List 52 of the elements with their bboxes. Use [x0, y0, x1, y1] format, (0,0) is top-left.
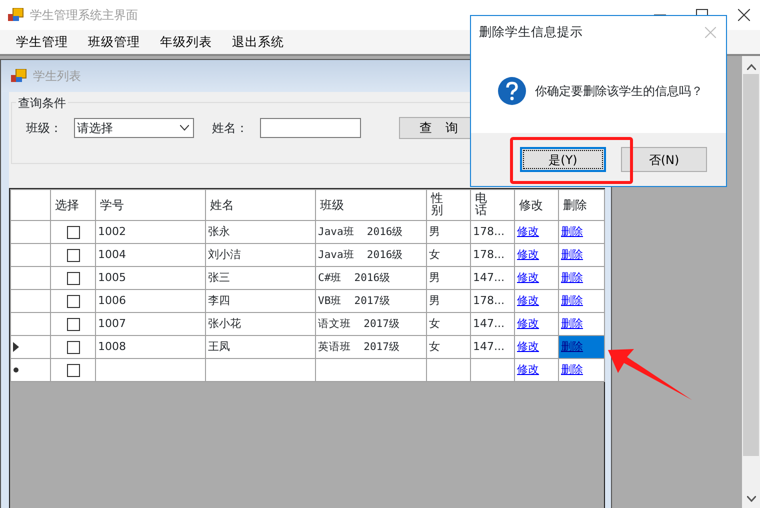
table-cell: 1002 [96, 220, 206, 244]
table-cell: 1007 [96, 312, 206, 336]
child-window-title: 学生列表 [33, 68, 81, 85]
no-button[interactable]: 否(N) [621, 147, 707, 172]
class-label: 班级： [26, 120, 63, 137]
table-cell: 147... [470, 312, 514, 336]
column-header: 姓名 [206, 190, 316, 220]
table-cell: 男 [426, 266, 470, 290]
column-header: 删除 [558, 190, 604, 220]
table-cell: 男 [426, 220, 470, 244]
table-cell: 女 [426, 244, 470, 266]
table-cell: 张三 [206, 266, 316, 290]
table-cell: 178... [470, 244, 514, 266]
table-cell: 178... [470, 290, 514, 312]
column-header: 学号 [96, 190, 206, 220]
column-header: 选择 [50, 190, 96, 220]
table-cell: 147... [470, 266, 514, 290]
table-cell: 语文班 2017级 [316, 312, 426, 336]
table-cell: 男 [426, 290, 470, 312]
table-cell: 1008 [96, 336, 206, 358]
class-dropdown[interactable]: 请选择 [74, 118, 194, 138]
table-cell: Java班 2016级 [316, 220, 426, 244]
name-label: 姓名： [212, 120, 249, 137]
dialog-message: 你确定要删除该学生的信息吗？ [535, 82, 703, 100]
table-cell: 1004 [96, 244, 206, 266]
table-cell: 英语班 2017级 [316, 336, 426, 358]
table-cell: 张永 [206, 220, 316, 244]
column-header: 性别 [426, 190, 470, 220]
table-cell: 女 [426, 312, 470, 336]
table-cell: 张小花 [206, 312, 316, 336]
table-cell: 147... [470, 336, 514, 358]
table-cell: 1005 [96, 266, 206, 290]
menu-item[interactable]: 年级列表 [150, 32, 222, 52]
table-cell: 李四 [206, 290, 316, 312]
table-cell: 1006 [96, 290, 206, 312]
menu-item[interactable]: 退出系统 [222, 32, 294, 52]
table-cell: 刘小洁 [206, 244, 316, 266]
table-cell: 女 [426, 336, 470, 358]
table-cell: C#班 2016级 [316, 266, 426, 290]
menu-item[interactable]: 班级管理 [78, 32, 150, 52]
menu-item[interactable]: 学生管理 [6, 32, 78, 52]
window-title: 学生管理系统主界面 [30, 7, 138, 24]
yes-button[interactable]: 是(Y) [520, 147, 606, 172]
table-cell: 王凤 [206, 336, 316, 358]
table-cell: Java班 2016级 [316, 244, 426, 266]
group-legend: 查询条件 [16, 94, 68, 112]
table-cell: VB班 2017级 [316, 290, 426, 312]
table-cell: 178... [470, 220, 514, 244]
dialog-title: 删除学生信息提示 [479, 22, 583, 41]
column-header: 电话 [470, 190, 514, 220]
column-header: 班级 [316, 190, 426, 220]
column-header: 修改 [514, 190, 558, 220]
